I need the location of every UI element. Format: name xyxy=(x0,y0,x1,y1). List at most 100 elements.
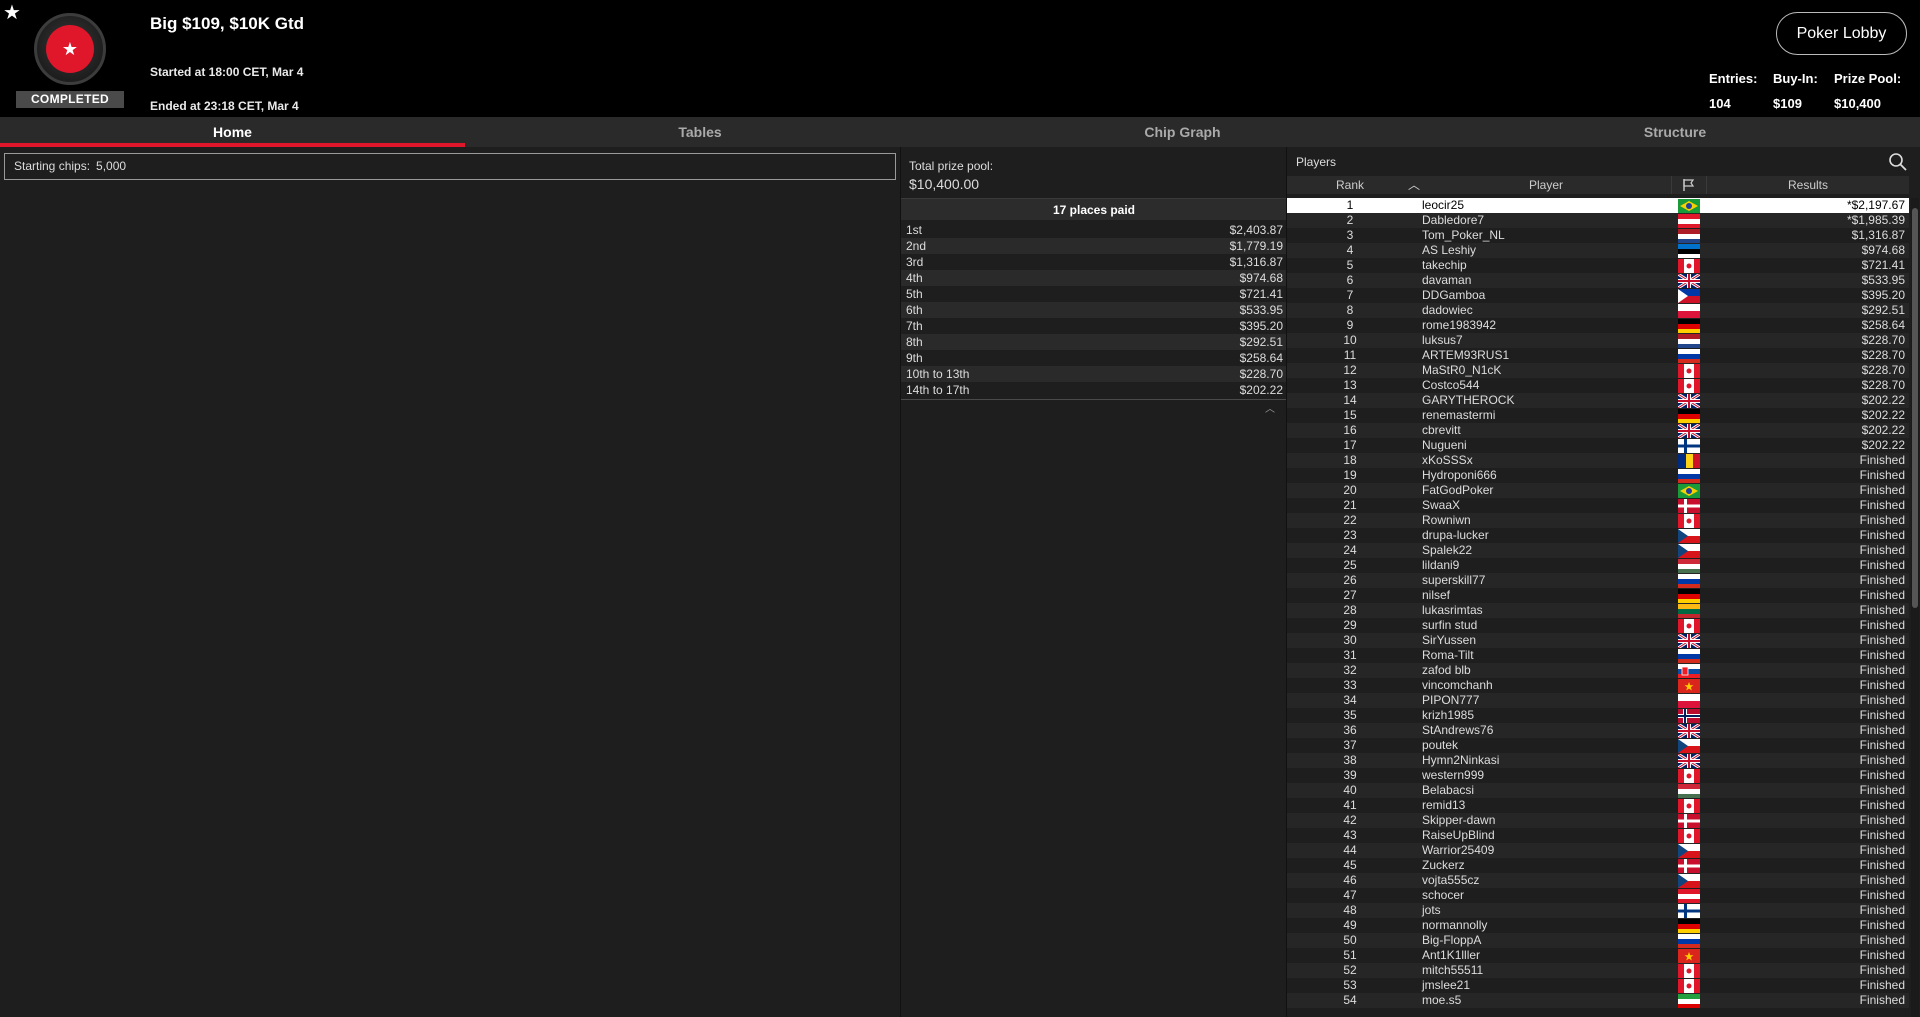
player-row[interactable]: 40 Belabacsi Finished xyxy=(1287,783,1909,798)
player-row[interactable]: 15 renemastermi $202.22 xyxy=(1287,408,1909,423)
player-row[interactable]: 13 Costco544 $228.70 xyxy=(1287,378,1909,393)
player-row[interactable]: 5 takechip $721.41 xyxy=(1287,258,1909,273)
poker-lobby-button[interactable]: Poker Lobby xyxy=(1776,12,1907,55)
player-row[interactable]: 2 Dabledore7 *$1,985.39 xyxy=(1287,213,1909,228)
player-name: surfin stud xyxy=(1422,618,1478,632)
chevron-up-icon[interactable]: ︿ xyxy=(1265,400,1275,415)
player-row[interactable]: 11 ARTEM93RUS1 $228.70 xyxy=(1287,348,1909,363)
entries-label: Entries: xyxy=(1709,71,1758,86)
player-row[interactable]: 38 Hymn2Ninkasi Finished xyxy=(1287,753,1909,768)
player-rank: 46 xyxy=(1343,873,1357,887)
player-row[interactable]: 24 Spalek22 Finished xyxy=(1287,543,1909,558)
starting-chips-value: 5,000 xyxy=(96,159,127,173)
player-result: Finished xyxy=(1859,738,1905,752)
tab-tables[interactable]: Tables xyxy=(465,117,935,147)
player-row[interactable]: 10 luksus7 $228.70 xyxy=(1287,333,1909,348)
player-row[interactable]: 27 nilsef Finished xyxy=(1287,588,1909,603)
player-row[interactable]: 26 superskill77 Finished xyxy=(1287,573,1909,588)
player-rank: 18 xyxy=(1343,453,1357,467)
payout-amount: $258.64 xyxy=(1239,351,1283,365)
player-row[interactable]: 29 surfin stud Finished xyxy=(1287,618,1909,633)
scrollbar-thumb[interactable] xyxy=(1912,208,1918,608)
player-row[interactable]: 44 Warrior25409 Finished xyxy=(1287,843,1909,858)
player-row[interactable]: 36 StAndrews76 Finished xyxy=(1287,723,1909,738)
player-row[interactable]: 17 Nugueni $202.22 xyxy=(1287,438,1909,453)
player-row[interactable]: 48 jots Finished xyxy=(1287,903,1909,918)
player-rank: 5 xyxy=(1346,258,1354,272)
player-result: $202.22 xyxy=(1861,438,1905,452)
total-prize-pool-label: Total prize pool: xyxy=(909,159,994,173)
player-row[interactable]: 19 Hydroponi666 Finished xyxy=(1287,468,1909,483)
player-row[interactable]: 23 drupa-lucker Finished xyxy=(1287,528,1909,543)
player-row[interactable]: 46 vojta555cz Finished xyxy=(1287,873,1909,888)
player-row[interactable]: 7 DDGamboa $395.20 xyxy=(1287,288,1909,303)
player-rank: 13 xyxy=(1343,378,1357,392)
player-row[interactable]: 50 Big-FloppA Finished xyxy=(1287,933,1909,948)
player-row[interactable]: 47 schocer Finished xyxy=(1287,888,1909,903)
tab-structure[interactable]: Structure xyxy=(1430,117,1920,147)
player-row[interactable]: 3 Tom_Poker_NL $1,316.87 xyxy=(1287,228,1909,243)
player-name: schocer xyxy=(1422,888,1465,902)
player-rank: 43 xyxy=(1343,828,1357,842)
player-row[interactable]: 53 jmslee21 Finished xyxy=(1287,978,1909,993)
player-row[interactable]: 18 xKoSSSx Finished xyxy=(1287,453,1909,468)
player-row[interactable]: 30 SirYussen Finished xyxy=(1287,633,1909,648)
player-result: $228.70 xyxy=(1861,378,1905,392)
player-name: mitch55511 xyxy=(1422,963,1484,977)
player-result: Finished xyxy=(1859,513,1905,527)
player-row[interactable]: 34 PIPON777 Finished xyxy=(1287,693,1909,708)
player-row[interactable]: 52 mitch55511 Finished xyxy=(1287,963,1909,978)
players-panel: Players Rank ︿ Player Results 1 leocir25 *… xyxy=(1286,147,1920,1017)
country-flag-icon xyxy=(1678,829,1700,843)
player-result: Finished xyxy=(1859,663,1905,677)
search-icon[interactable] xyxy=(1887,151,1909,173)
rank-column-header[interactable]: Rank xyxy=(1287,176,1413,194)
player-column-header[interactable]: Player xyxy=(1421,176,1671,194)
country-flag-icon xyxy=(1678,484,1700,498)
player-name: SwaaX xyxy=(1422,498,1461,512)
player-row[interactable]: 20 FatGodPoker Finished xyxy=(1287,483,1909,498)
player-row[interactable]: 12 MaStR0_N1cK $228.70 xyxy=(1287,363,1909,378)
player-row[interactable]: 6 davaman $533.95 xyxy=(1287,273,1909,288)
player-result: Finished xyxy=(1859,873,1905,887)
player-row[interactable]: 42 Skipper-dawn Finished xyxy=(1287,813,1909,828)
player-row[interactable]: 14 GARYTHEROCK $202.22 xyxy=(1287,393,1909,408)
player-row[interactable]: 54 moe.s5 Finished xyxy=(1287,993,1909,1008)
player-row[interactable]: 9 rome1983942 $258.64 xyxy=(1287,318,1909,333)
player-row[interactable]: 8 dadowiec $292.51 xyxy=(1287,303,1909,318)
results-column-header[interactable]: Results xyxy=(1707,176,1909,194)
player-row[interactable]: 31 Roma-Tilt Finished xyxy=(1287,648,1909,663)
tab-chip-graph[interactable]: Chip Graph xyxy=(935,117,1430,147)
player-row[interactable]: 51 Ant1K1lller Finished xyxy=(1287,948,1909,963)
country-flag-icon xyxy=(1678,619,1700,633)
player-name: GARYTHEROCK xyxy=(1422,393,1515,407)
payout-list: 1st $2,403.87 2nd $1,779.19 3rd $1,316.87 4th $… xyxy=(901,222,1287,398)
player-row[interactable]: 45 Zuckerz Finished xyxy=(1287,858,1909,873)
player-row[interactable]: 16 cbrevitt $202.22 xyxy=(1287,423,1909,438)
player-row[interactable]: 32 zafod blb Finished xyxy=(1287,663,1909,678)
country-flag-icon xyxy=(1678,664,1700,678)
player-row[interactable]: 25 lildani9 Finished xyxy=(1287,558,1909,573)
player-row[interactable]: 39 western999 Finished xyxy=(1287,768,1909,783)
player-row[interactable]: 1 leocir25 *$2,197.67 xyxy=(1287,198,1909,213)
player-row[interactable]: 28 lukasrimtas Finished xyxy=(1287,603,1909,618)
sort-ascending-icon[interactable]: ︿ xyxy=(1407,176,1421,194)
players-scrollbar[interactable] xyxy=(1911,198,1919,1017)
player-name: takechip xyxy=(1422,258,1467,272)
player-row[interactable]: 21 SwaaX Finished xyxy=(1287,498,1909,513)
payout-amount: $1,316.87 xyxy=(1229,255,1283,269)
country-flag-column-header[interactable] xyxy=(1671,176,1707,194)
player-row[interactable]: 43 RaiseUpBlind Finished xyxy=(1287,828,1909,843)
country-flag-icon xyxy=(1678,469,1700,483)
player-row[interactable]: 41 remid13 Finished xyxy=(1287,798,1909,813)
player-row[interactable]: 22 Rowniwn Finished xyxy=(1287,513,1909,528)
player-row[interactable]: 4 AS Leshiy $974.68 xyxy=(1287,243,1909,258)
country-flag-icon xyxy=(1678,934,1700,948)
player-row[interactable]: 49 normannolly Finished xyxy=(1287,918,1909,933)
star-icon[interactable]: ★ xyxy=(3,3,21,23)
payout-amount: $395.20 xyxy=(1239,319,1283,333)
player-name: western999 xyxy=(1422,768,1485,782)
player-row[interactable]: 35 krizh1985 Finished xyxy=(1287,708,1909,723)
player-row[interactable]: 33 vincomchanh Finished xyxy=(1287,678,1909,693)
player-row[interactable]: 37 poutek Finished xyxy=(1287,738,1909,753)
